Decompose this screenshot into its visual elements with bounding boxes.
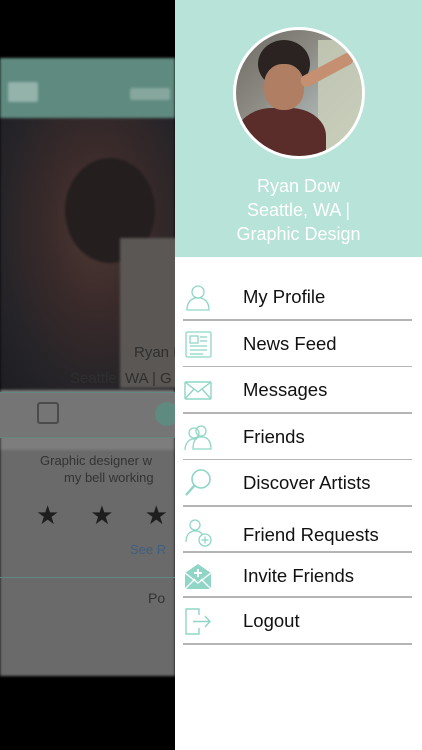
menu-item-label: My Profile <box>243 286 326 307</box>
background-post-label: Po <box>148 590 166 606</box>
menu-item-label: Friend Requests <box>243 523 379 545</box>
menu-item-label: News Feed <box>243 332 337 354</box>
menu-item-label: Invite Friends <box>243 564 355 586</box>
background-profile-screen: Ryan I Seattle, WA | G Graphic designer … <box>0 0 175 750</box>
background-action-bar <box>0 392 175 438</box>
background-divider <box>0 577 175 578</box>
add-friend-icon <box>183 517 213 547</box>
menu-item-label: Discover Artists <box>243 472 371 494</box>
avatar-face <box>264 64 304 110</box>
background-see-more-link: See R <box>130 542 167 557</box>
menu-item-friend-requests[interactable]: Friend Requests <box>175 507 422 553</box>
newspaper-icon <box>183 329 213 359</box>
search-icon <box>183 468 213 498</box>
avatar[interactable] <box>233 27 365 159</box>
background-rating-stars: ★★★ <box>36 500 168 530</box>
background-photo-wall <box>120 238 175 388</box>
profile-name: Ryan Dow <box>256 176 341 196</box>
drawer-header: Ryan Dow Seattle, WA | Graphic Design <box>175 0 422 257</box>
menu-item-invite-friends[interactable]: Invite Friends <box>175 553 422 598</box>
menu-item-label: Logout <box>243 609 300 631</box>
navigation-drawer: Ryan Dow Seattle, WA | Graphic Design My… <box>175 0 422 750</box>
menu-item-label: Messages <box>243 379 328 401</box>
profile-summary: Ryan Dow Seattle, WA | Graphic Design <box>175 174 422 246</box>
menu-item-my-profile[interactable]: My Profile <box>175 274 422 321</box>
edit-icon <box>37 402 59 424</box>
friends-icon <box>183 422 213 452</box>
background-header <box>0 58 175 118</box>
menu-item-logout[interactable]: Logout <box>175 598 422 645</box>
background-action-circle <box>155 402 175 426</box>
avatar-body <box>236 108 326 156</box>
envelope-icon <box>183 375 213 405</box>
background-location: Seattle, WA | G <box>70 370 172 387</box>
menu-item-news-feed[interactable]: News Feed <box>175 321 422 368</box>
background-bio-line: Graphic designer w <box>40 453 152 468</box>
menu-item-label: Friends <box>243 425 305 447</box>
menu-item-messages[interactable]: Messages <box>175 367 422 414</box>
profile-specialty: Graphic Design <box>236 224 361 244</box>
invite-mail-icon <box>183 561 213 591</box>
menu-item-discover-artists[interactable]: Discover Artists <box>175 460 422 507</box>
background-bio: Graphic designer w my bell working <box>40 452 175 486</box>
background-bio-line: my bell working <box>64 470 154 485</box>
logout-icon <box>183 606 213 636</box>
background-header-logo <box>8 82 38 102</box>
profile-location: Seattle, WA | <box>246 200 351 220</box>
menu-item-friends[interactable]: Friends <box>175 414 422 461</box>
menu-divider <box>183 643 412 645</box>
background-name: Ryan I <box>134 344 175 361</box>
drawer-menu: My Profile News Feed Messages Friends Di… <box>175 274 422 645</box>
user-icon <box>183 282 213 312</box>
background-header-title <box>130 88 170 100</box>
background-card <box>0 58 175 676</box>
